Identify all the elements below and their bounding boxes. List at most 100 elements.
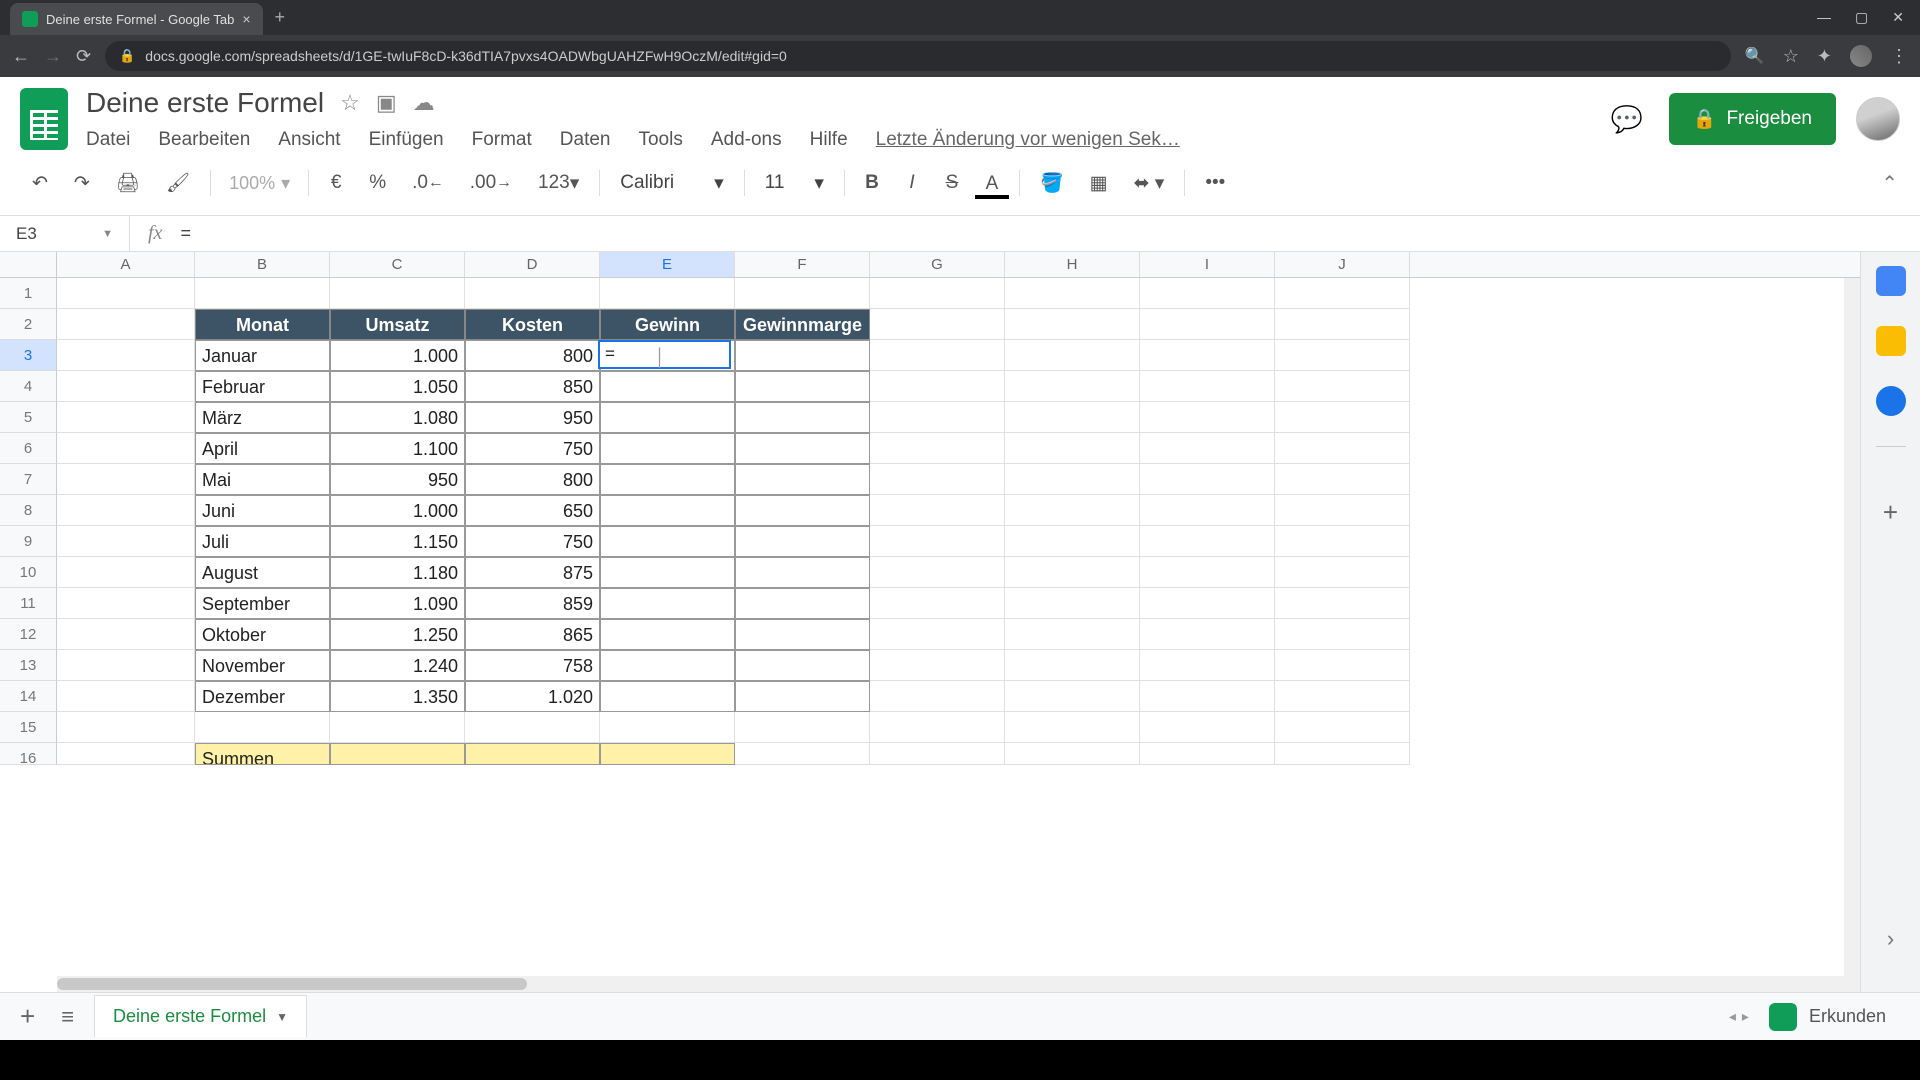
cell[interactable]: 850 [465,371,600,402]
col-header-J[interactable]: J [1275,252,1410,277]
cell[interactable]: 875 [465,557,600,588]
hide-side-panel-icon[interactable]: › [1887,926,1894,952]
cell[interactable]: 750 [465,433,600,464]
cell[interactable] [870,619,1005,650]
active-cell-editor[interactable]: = │ [598,340,731,369]
tab-nav-right-icon[interactable]: ▸ [1742,1008,1749,1025]
cell[interactable] [57,712,195,743]
cell[interactable] [1005,619,1140,650]
cell[interactable] [870,526,1005,557]
cell[interactable] [870,712,1005,743]
move-icon[interactable]: ▣ [376,90,397,116]
row-header[interactable]: 2 [0,309,57,340]
cell[interactable] [1005,464,1140,495]
cell[interactable] [1140,557,1275,588]
menu-datei[interactable]: Datei [86,129,130,151]
cell[interactable] [1140,588,1275,619]
cell[interactable] [330,712,465,743]
name-box[interactable]: E3 ▼ [0,216,130,251]
url-bar[interactable]: 🔒 docs.google.com/spreadsheets/d/1GE-twI… [105,41,1731,71]
col-header-E[interactable]: E [600,252,735,277]
cell[interactable] [600,650,735,681]
menu-ansicht[interactable]: Ansicht [278,129,340,151]
col-header-G[interactable]: G [870,252,1005,277]
maximize-icon[interactable]: ▢ [1855,9,1868,26]
minimize-icon[interactable]: — [1817,9,1831,26]
cell[interactable] [735,650,870,681]
cell[interactable] [870,495,1005,526]
add-addon-icon[interactable]: + [1883,497,1898,528]
cell[interactable] [735,278,870,309]
comments-button[interactable]: 💬 [1605,97,1649,141]
cell[interactable] [1275,340,1410,371]
profile-avatar-small[interactable] [1850,45,1872,67]
cell[interactable]: 800 [465,464,600,495]
menu-daten[interactable]: Daten [560,129,611,151]
cell[interactable] [735,526,870,557]
cell[interactable]: 1.240 [330,650,465,681]
cell[interactable] [57,650,195,681]
cell[interactable] [1005,278,1140,309]
cell[interactable] [600,557,735,588]
cell[interactable] [57,278,195,309]
cell[interactable] [870,464,1005,495]
cell[interactable] [1275,526,1410,557]
cell[interactable]: 1.350 [330,681,465,712]
cell[interactable]: Summen [195,743,330,765]
forward-icon[interactable]: → [44,46,62,67]
tasks-icon[interactable] [1876,386,1906,416]
cell[interactable] [195,278,330,309]
cell[interactable]: 750 [465,526,600,557]
cell[interactable] [1140,495,1275,526]
cell[interactable] [57,588,195,619]
browser-tab[interactable]: Deine erste Formel - Google Tab × [10,3,263,35]
new-tab-button[interactable]: + [275,7,286,28]
cell[interactable] [1275,712,1410,743]
cell[interactable] [870,278,1005,309]
cell[interactable] [1275,371,1410,402]
cell[interactable] [1005,588,1140,619]
cell[interactable] [1275,495,1410,526]
cell[interactable] [57,433,195,464]
cell[interactable]: 950 [465,402,600,433]
row-header[interactable]: 9 [0,526,57,557]
cell[interactable] [600,526,735,557]
cell[interactable] [600,619,735,650]
cell[interactable] [735,588,870,619]
cell[interactable] [600,681,735,712]
row-header[interactable]: 3 [0,340,57,371]
back-icon[interactable]: ← [12,46,30,67]
row-header[interactable]: 10 [0,557,57,588]
cell[interactable] [330,278,465,309]
cell[interactable] [1005,712,1140,743]
doc-title[interactable]: Deine erste Formel [86,87,324,119]
all-sheets-button[interactable]: ≡ [55,998,80,1036]
cell[interactable] [1140,681,1275,712]
col-header-D[interactable]: D [465,252,600,277]
font-select[interactable]: Calibri▾ [610,172,733,195]
cell[interactable] [1005,402,1140,433]
redo-button[interactable]: ↷ [64,166,100,201]
cell[interactable] [1275,588,1410,619]
cell[interactable] [870,650,1005,681]
cell[interactable]: 1.180 [330,557,465,588]
cell[interactable]: 1.250 [330,619,465,650]
account-avatar[interactable] [1856,97,1900,141]
cell[interactable] [600,433,735,464]
cell[interactable]: 865 [465,619,600,650]
keep-icon[interactable] [1876,326,1906,356]
menu-format[interactable]: Format [472,129,532,151]
cell[interactable] [735,495,870,526]
cell[interactable] [1140,340,1275,371]
cell[interactable] [1140,526,1275,557]
cell[interactable]: Gewinnmarge [735,309,870,340]
star-icon[interactable]: ☆ [340,90,360,116]
cell[interactable]: November [195,650,330,681]
cell[interactable]: 1.150 [330,526,465,557]
row-header[interactable]: 4 [0,371,57,402]
cell[interactable] [1140,278,1275,309]
font-size-select[interactable]: 11▾ [755,172,834,195]
cell[interactable] [1005,557,1140,588]
paint-format-button[interactable]: 🖌 [156,165,200,201]
cell[interactable]: Kosten [465,309,600,340]
